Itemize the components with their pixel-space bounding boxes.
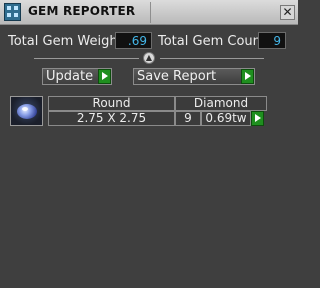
gem-count-cell: 9: [175, 111, 201, 126]
gem-shape-cell: Round: [48, 96, 175, 111]
slider-knob[interactable]: ▲: [143, 52, 155, 64]
save-report-button[interactable]: Save Report: [133, 68, 255, 85]
play-arrow-icon: [241, 69, 254, 84]
slider-track-right: [160, 58, 264, 59]
title-divider: [150, 2, 151, 23]
total-gem-weight-label: Total Gem Weight: [8, 34, 123, 49]
update-button-label: Update: [46, 69, 94, 84]
panel-slider[interactable]: ▲: [34, 52, 264, 64]
close-icon: ✕: [282, 5, 293, 19]
save-report-button-label: Save Report: [137, 69, 217, 84]
window-title: GEM REPORTER: [28, 4, 136, 18]
slider-track-left: [34, 58, 139, 59]
play-arrow-icon: [98, 69, 111, 84]
gem-weight-cell: 0.69tw: [201, 111, 251, 126]
title-bar: GEM REPORTER ✕: [0, 0, 298, 25]
total-gem-weight-value: .69: [115, 32, 152, 49]
close-button[interactable]: ✕: [280, 5, 295, 20]
app-grid-icon: [4, 3, 21, 21]
gem-row: Round Diamond 2.75 X 2.75 9 0.69tw: [8, 95, 267, 128]
gem-size-cell: 2.75 X 2.75: [48, 111, 175, 126]
total-gem-count-label: Total Gem Count: [158, 34, 266, 49]
gem-stone-icon: [17, 104, 37, 119]
total-gem-count-value: 9: [258, 32, 286, 49]
gem-shine: [22, 107, 28, 111]
gem-material-cell: Diamond: [175, 96, 267, 111]
update-button[interactable]: Update: [42, 68, 112, 85]
play-arrow-icon[interactable]: [251, 111, 264, 126]
gem-thumbnail: [10, 96, 43, 126]
